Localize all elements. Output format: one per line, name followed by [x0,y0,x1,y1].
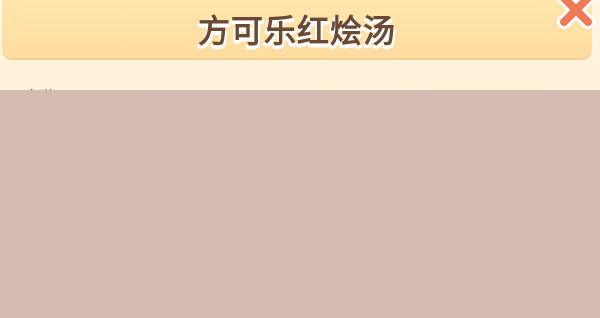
dim-overlay [0,90,600,318]
dialog-title-bar: 方可乐红烩汤 [2,0,592,58]
dialog-title: 方可乐红烩汤 [197,12,396,50]
close-x-icon [554,0,598,32]
close-button[interactable] [554,0,598,32]
game-screen: 方可乐红烩汤 食谱 [0,0,600,318]
